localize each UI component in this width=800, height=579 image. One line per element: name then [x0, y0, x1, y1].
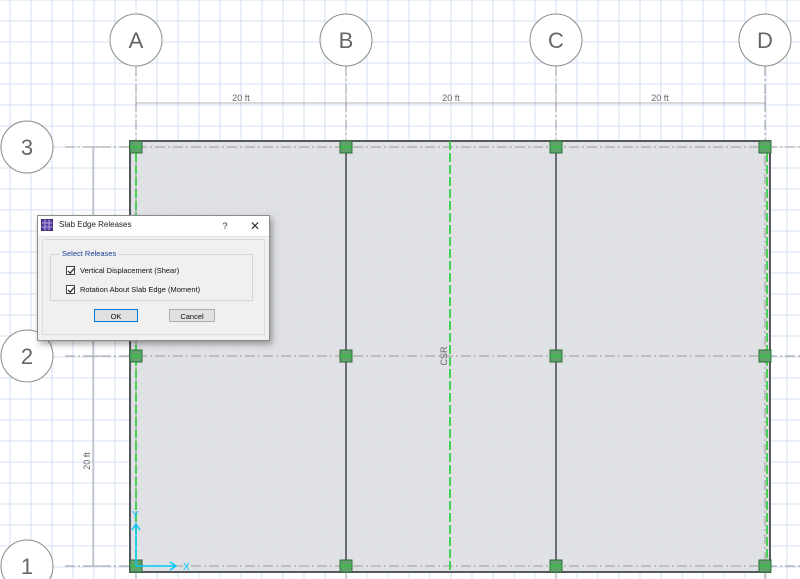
shear-release-label: Vertical Displacement (Shear)	[80, 265, 180, 275]
close-button[interactable]: ✕	[243, 217, 267, 235]
moment-release-option[interactable]: Rotation About Slab Edge (Moment)	[66, 283, 200, 295]
dimension-row-1-2: 20 ft	[82, 452, 92, 470]
slab-edge-releases-dialog[interactable]: Slab Edge Releases ? ✕ Select Releases V…	[37, 215, 270, 341]
moment-release-checkbox[interactable]	[66, 284, 75, 294]
dimension-b-c: 20 ft	[442, 93, 460, 103]
dialog-title: Slab Edge Releases	[59, 220, 132, 229]
grid-bubble-2: 2	[21, 344, 33, 369]
checkmark-icon	[67, 267, 75, 274]
grid-bubble-1: 1	[21, 554, 33, 579]
y-axis-label: Y	[132, 510, 139, 521]
shear-release-option[interactable]: Vertical Displacement (Shear)	[66, 264, 179, 276]
ok-button[interactable]: OK	[94, 309, 138, 322]
grid-bubble-a: A	[129, 28, 144, 53]
dimension-a-b: 20 ft	[232, 93, 250, 103]
moment-release-label: Rotation About Slab Edge (Moment)	[80, 284, 201, 294]
strip-label: CSR	[439, 346, 449, 366]
grid-bubble-c: C	[548, 28, 564, 53]
dimension-c-d: 20 ft	[651, 93, 669, 103]
help-button[interactable]: ?	[214, 217, 236, 235]
checkmark-icon	[67, 286, 75, 293]
x-axis-label: X	[183, 562, 190, 573]
dialog-titlebar[interactable]: Slab Edge Releases ? ✕	[38, 216, 269, 237]
grid-bubble-3: 3	[21, 135, 33, 160]
grid-bubble-b: B	[339, 28, 354, 53]
group-label: Select Releases	[60, 249, 119, 258]
cancel-button[interactable]: Cancel	[169, 309, 215, 322]
grid-bubble-d: D	[757, 28, 773, 53]
shear-release-checkbox[interactable]	[66, 265, 75, 275]
app-grid-icon	[41, 219, 53, 231]
